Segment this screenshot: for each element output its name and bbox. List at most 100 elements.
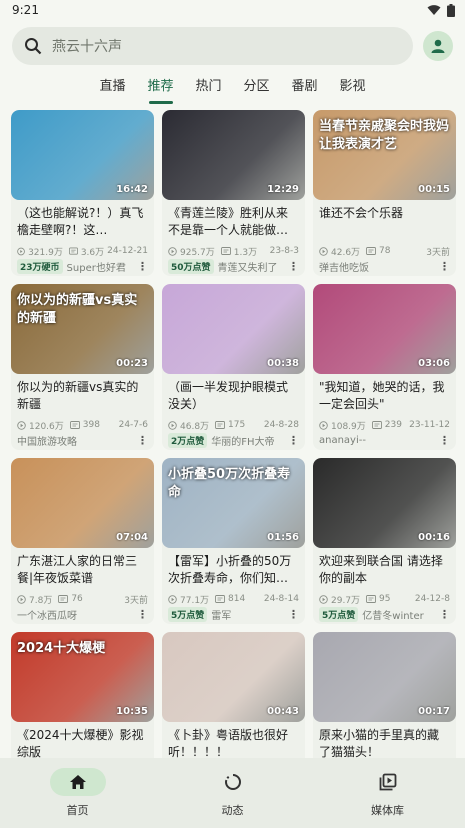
video-meta: 46.8万 175 24-8-28 — [162, 417, 305, 432]
view-count: 120.6万 — [29, 421, 64, 432]
video-card[interactable]: 03:06 "我知道，她哭的话，我一定会回头" 108.9万 239 23-11-12 a… — [313, 284, 456, 450]
more-options-icon[interactable]: ⋮ — [137, 260, 148, 273]
library-icon — [379, 773, 396, 791]
publish-date: 23-11-12 — [409, 420, 450, 430]
video-duration: 00:23 — [116, 358, 148, 369]
view-count: 29.7万 — [331, 595, 361, 606]
search-placeholder: 燕云十六声 — [52, 39, 122, 55]
more-options-icon[interactable]: ⋮ — [439, 260, 450, 273]
tab-anime[interactable]: 番剧 — [281, 72, 329, 106]
video-title[interactable]: （这也能解说?！）真飞檐走壁啊?！这… — [11, 200, 154, 243]
video-title[interactable]: 【雷军】小折叠的50万次折叠寿命，你们知… — [162, 548, 305, 591]
video-title[interactable]: 你以为的新疆vs真实的新疆 — [11, 374, 154, 417]
video-bottom-row: 中国旅游攻略 ⋮ — [11, 431, 154, 448]
video-thumbnail[interactable]: 00:38 — [162, 284, 305, 374]
more-options-icon[interactable]: ⋮ — [288, 434, 299, 447]
nav-activity[interactable]: 动态 — [155, 758, 310, 828]
tab-recommend[interactable]: 推荐 — [137, 72, 185, 106]
uploader-name[interactable]: 弹吉他吃饭 — [319, 259, 369, 274]
uploader-name[interactable]: 青莲又失利了 — [218, 259, 278, 274]
tab-movies[interactable]: 影视 — [329, 72, 377, 106]
comment-count: 3.6万 — [80, 247, 105, 258]
video-duration: 03:06 — [418, 358, 450, 369]
video-thumbnail[interactable]: 12:29 — [162, 110, 305, 200]
comment-count: 78 — [379, 246, 391, 256]
danmaku-icon — [371, 420, 382, 429]
video-thumbnail[interactable]: 当春节亲戚聚会时我妈让我表演才艺 00:15 — [313, 110, 456, 200]
video-meta: 77.1万 814 24-8-14 — [162, 591, 305, 606]
video-card[interactable]: 当春节亲戚聚会时我妈让我表演才艺 00:15 谁还不会个乐器 42.6万 78 3天前 弹吉… — [313, 110, 456, 276]
uploader-name[interactable]: 中国旅游攻略 — [17, 433, 77, 448]
video-title[interactable]: 广东湛江人家的日常三餐|年夜饭菜谱 — [11, 548, 154, 591]
danmaku-icon — [69, 420, 80, 429]
video-thumbnail[interactable]: 16:42 — [11, 110, 154, 200]
video-duration: 00:16 — [418, 532, 450, 543]
video-card[interactable]: 12:29 《青莲兰陵》胜利从来不是靠一个人就能做… 925.7万 1.3万 23-8-… — [162, 110, 305, 276]
uploader-name[interactable]: ananayi-- — [319, 435, 366, 446]
video-meta: 120.6万 398 24-7-6 — [11, 417, 154, 432]
avatar[interactable] — [423, 31, 453, 61]
nav-library-label: 媒体库 — [371, 804, 404, 817]
nav-home[interactable]: 首页 — [0, 758, 155, 828]
view-count: 42.6万 — [331, 247, 361, 258]
more-options-icon[interactable]: ⋮ — [137, 608, 148, 621]
video-card[interactable]: 07:04 广东湛江人家的日常三餐|年夜饭菜谱 7.8万 76 3天前 一个冰西瓜呀 ⋮ — [11, 458, 154, 624]
play-count-icon — [168, 594, 177, 604]
uploader-name[interactable]: 雷军 — [211, 607, 231, 622]
video-thumbnail[interactable]: 03:06 — [313, 284, 456, 374]
danmaku-icon — [366, 246, 376, 255]
video-title[interactable]: 谁还不会个乐器 — [313, 200, 456, 243]
uploader-name[interactable]: Super也好君 — [67, 259, 126, 274]
more-options-icon[interactable]: ⋮ — [439, 608, 450, 621]
view-count: 321.9万 — [28, 247, 63, 258]
video-card[interactable]: 00:16 欢迎来到联合国 请选择你的副本 29.7万 95 24-12-8 5万点赞 亿昔… — [313, 458, 456, 624]
publish-date: 3天前 — [426, 247, 450, 258]
uploader-name[interactable]: 亿昔冬winter — [362, 607, 423, 622]
search-input[interactable]: 燕云十六声 — [12, 27, 413, 65]
video-bottom-row: 弹吉他吃饭 ⋮ — [313, 257, 456, 274]
video-meta: 29.7万 95 24-12-8 — [313, 591, 456, 606]
video-thumbnail[interactable]: 00:16 — [313, 458, 456, 548]
video-thumbnail[interactable]: 00:17 — [313, 632, 456, 722]
danmaku-icon — [220, 246, 231, 255]
video-card[interactable]: 你以为的新疆vs真实的新疆 00:23 你以为的新疆vs真实的新疆 120.6万 398… — [11, 284, 154, 450]
video-bottom-row: 一个冰西瓜呀 ⋮ — [11, 605, 154, 622]
video-duration: 00:15 — [418, 184, 450, 195]
uploader-name[interactable]: 一个冰西瓜呀 — [17, 607, 77, 622]
video-thumbnail[interactable]: 07:04 — [11, 458, 154, 548]
video-title[interactable]: 《青莲兰陵》胜利从来不是靠一个人就能做… — [162, 200, 305, 243]
video-thumbnail[interactable]: 小折叠50万次折叠寿命 01:56 — [162, 458, 305, 548]
video-thumbnail[interactable]: 你以为的新疆vs真实的新疆 00:23 — [11, 284, 154, 374]
activity-icon — [224, 774, 241, 790]
more-options-icon[interactable]: ⋮ — [439, 434, 450, 447]
more-options-icon[interactable]: ⋮ — [288, 260, 299, 273]
play-count-icon — [17, 594, 26, 604]
video-thumbnail[interactable]: 2024十大爆梗 10:35 — [11, 632, 154, 722]
uploader-name[interactable]: 华丽的FH大帝 — [211, 433, 274, 448]
video-duration: 00:43 — [267, 706, 299, 717]
comment-count: 175 — [228, 420, 246, 430]
search-row: 燕云十六声 — [0, 20, 465, 72]
tab-hot[interactable]: 热门 — [185, 72, 233, 106]
video-title[interactable]: "我知道，她哭的话，我一定会回头" — [313, 374, 456, 417]
play-count-icon — [319, 420, 328, 430]
video-title[interactable]: （画一半发现护眼模式没关） — [162, 374, 305, 417]
video-bottom-row: 50万点赞 青莲又失利了 ⋮ — [162, 257, 305, 274]
view-count: 46.8万 — [180, 421, 210, 432]
video-card[interactable]: 小折叠50万次折叠寿命 01:56 【雷军】小折叠的50万次折叠寿命，你们知… 77.… — [162, 458, 305, 624]
video-card[interactable]: 16:42 （这也能解说?！）真飞檐走壁啊?！这… 321.9万 3.6万 24-12-… — [11, 110, 154, 276]
nav-library[interactable]: 媒体库 — [310, 758, 465, 828]
comment-count: 76 — [71, 594, 83, 604]
video-title[interactable]: 欢迎来到联合国 请选择你的副本 — [313, 548, 456, 591]
tab-live[interactable]: 直播 — [89, 72, 137, 106]
tab-partition[interactable]: 分区 — [233, 72, 281, 106]
danmaku-icon — [215, 420, 225, 429]
video-meta: 7.8万 76 3天前 — [11, 591, 154, 606]
more-options-icon[interactable]: ⋮ — [137, 434, 148, 447]
more-options-icon[interactable]: ⋮ — [288, 608, 299, 621]
video-meta: 42.6万 78 3天前 — [313, 243, 456, 258]
video-thumbnail[interactable]: 00:43 — [162, 632, 305, 722]
video-duration: 16:42 — [116, 184, 148, 195]
video-card[interactable]: 00:38 （画一半发现护眼模式没关） 46.8万 175 24-8-28 2万点赞 华丽的… — [162, 284, 305, 450]
publish-date: 24-8-14 — [263, 594, 299, 604]
